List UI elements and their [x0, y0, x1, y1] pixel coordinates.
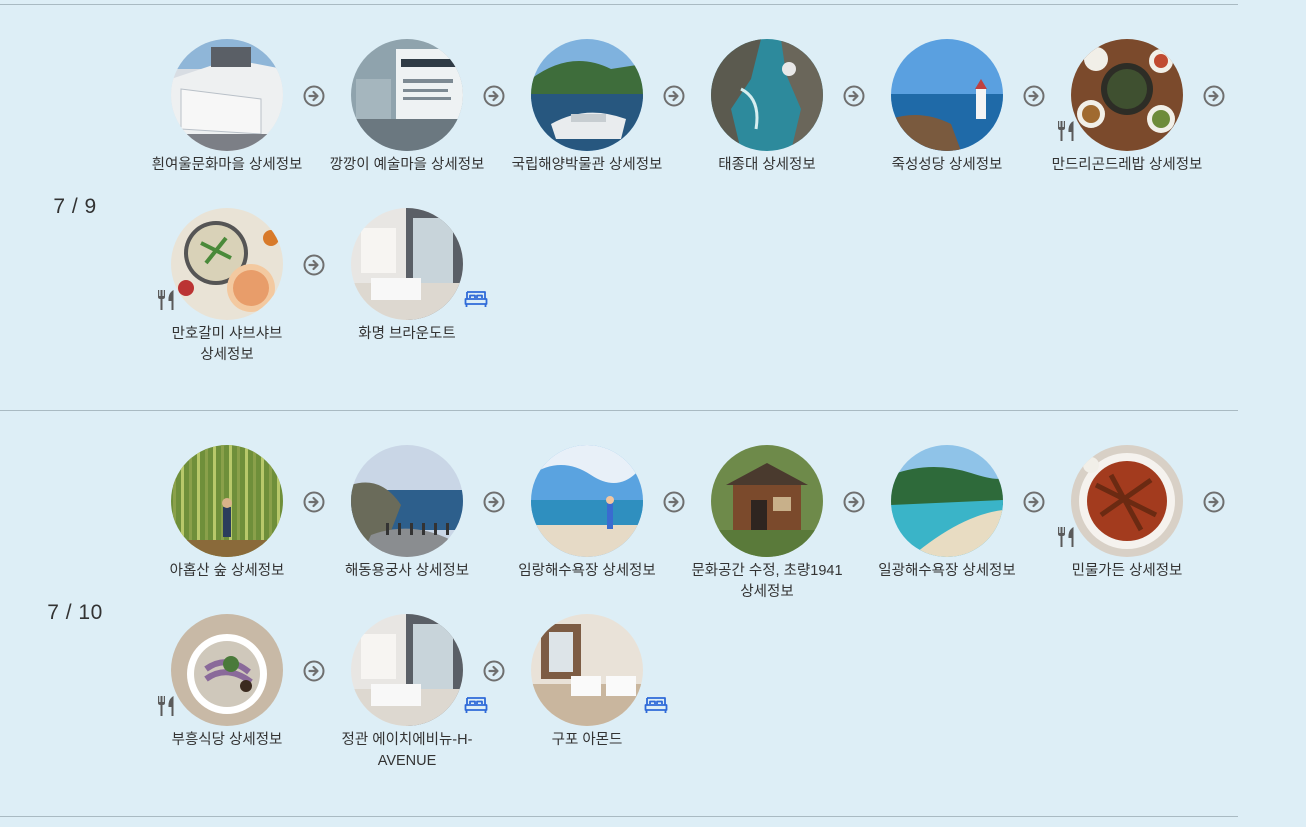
korean-table-photo[interactable]	[1071, 39, 1183, 151]
hotel-bed-icon	[464, 290, 488, 313]
next-arrow-icon	[303, 491, 325, 513]
noodle-bowl-photo[interactable]	[171, 614, 283, 726]
item-label[interactable]: 국립해양박물관 상세정보	[508, 155, 666, 176]
item-label[interactable]: 만호갈미 샤브샤브 상세정보	[148, 324, 306, 366]
walled-village-photo[interactable]	[171, 39, 283, 151]
seaside-church-photo[interactable]	[891, 39, 1003, 151]
item-label[interactable]: 아홉산 숲 상세정보	[148, 561, 306, 582]
restaurant-icon	[155, 288, 179, 317]
hotel-bed-icon	[644, 696, 668, 719]
next-arrow-icon	[483, 660, 505, 682]
next-arrow-icon	[1203, 85, 1225, 107]
art-village-sign-photo[interactable]	[351, 39, 463, 151]
beach-person-photo[interactable]	[531, 445, 643, 557]
item-label[interactable]: 부흥식당 상세정보	[148, 730, 306, 751]
item-label[interactable]: 죽성성당 상세정보	[868, 155, 1026, 176]
shabu-shabu-photo[interactable]	[171, 208, 283, 320]
next-arrow-icon	[1023, 491, 1045, 513]
item-label[interactable]: 화명 브라운도트	[328, 324, 486, 345]
seaside-temple-photo[interactable]	[351, 445, 463, 557]
item-label[interactable]: 흰여울문화마을 상세정보	[148, 155, 306, 176]
next-arrow-icon	[1023, 85, 1045, 107]
day-1-row-2: 만호갈미 샤브샤브 상세정보 화명 브라운도트	[0, 208, 1238, 378]
top-divider	[0, 4, 1238, 5]
restaurant-icon	[155, 694, 179, 723]
item-label[interactable]: 민물가든 상세정보	[1048, 561, 1206, 582]
day-2-row-1: 아홉산 숲 상세정보 해동용궁사 상세정보 임랑해수욕장 상세정보 문화공간 수정, …	[0, 445, 1238, 615]
maritime-museum-photo[interactable]	[531, 39, 643, 151]
next-arrow-icon	[483, 85, 505, 107]
item-label[interactable]: 일광해수욕장 상세정보	[868, 561, 1026, 582]
item-label[interactable]: 해동용궁사 상세정보	[328, 561, 486, 582]
item-label[interactable]: 구포 아몬드	[508, 730, 666, 751]
itinerary-page: 7 / 9 7 / 10 흰여울문화마을 상세정보 깡깡이 예술마을 상세정보 국립…	[0, 0, 1306, 827]
item-label[interactable]: 깡깡이 예술마을 상세정보	[328, 155, 486, 176]
next-arrow-icon	[1203, 491, 1225, 513]
item-label[interactable]: 태종대 상세정보	[688, 155, 846, 176]
item-label[interactable]: 만드리곤드레밥 상세정보	[1048, 155, 1206, 176]
day-2-row-2: 부흥식당 상세정보 정관 에이치에비뉴-H-AVENUE 구포 아몬드	[0, 614, 1238, 784]
twin-bed-room-photo[interactable]	[531, 614, 643, 726]
next-arrow-icon	[843, 85, 865, 107]
bottom-divider	[0, 816, 1238, 817]
braised-fish-photo[interactable]	[1071, 445, 1183, 557]
hotel-bed-icon	[464, 696, 488, 719]
item-label[interactable]: 문화공간 수정, 초량1941 상세정보	[688, 561, 846, 603]
next-arrow-icon	[303, 660, 325, 682]
item-label[interactable]: 임랑해수욕장 상세정보	[508, 561, 666, 582]
next-arrow-icon	[663, 491, 685, 513]
restaurant-icon	[1055, 525, 1079, 554]
hotel-room-photo[interactable]	[351, 208, 463, 320]
day-1-row-1: 흰여울문화마을 상세정보 깡깡이 예술마을 상세정보 국립해양박물관 상세정보 태종대…	[0, 39, 1238, 209]
bay-beach-photo[interactable]	[891, 445, 1003, 557]
day-divider	[0, 410, 1238, 411]
item-label[interactable]: 정관 에이치에비뉴-H-AVENUE	[328, 730, 486, 772]
bamboo-forest-photo[interactable]	[171, 445, 283, 557]
next-arrow-icon	[303, 254, 325, 276]
next-arrow-icon	[483, 491, 505, 513]
old-house-photo[interactable]	[711, 445, 823, 557]
coastal-cliff-photo[interactable]	[711, 39, 823, 151]
next-arrow-icon	[663, 85, 685, 107]
next-arrow-icon	[303, 85, 325, 107]
next-arrow-icon	[843, 491, 865, 513]
restaurant-icon	[1055, 119, 1079, 148]
hotel-room-photo[interactable]	[351, 614, 463, 726]
